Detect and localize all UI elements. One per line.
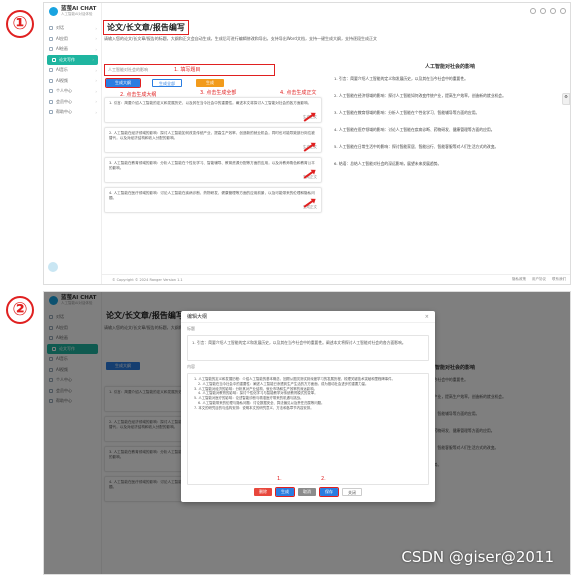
step-badge-1: ① xyxy=(6,10,34,38)
chevron-right-icon: › xyxy=(95,109,97,115)
sidebar-item-help[interactable]: 帮助中心 › xyxy=(44,107,101,118)
save-button[interactable]: 保存 xyxy=(319,487,339,497)
cart-icon xyxy=(49,99,53,104)
chevron-right-icon: › xyxy=(95,36,97,42)
outline-card[interactable]: 1. 引言：简要介绍人工智能的定义和发展历史，以及其在当今社会中的重要性。阐述本… xyxy=(104,97,322,123)
page-title: 论文/长文章/报告编写 xyxy=(103,20,189,35)
footer: © Copyright © 2024 Ranger Version 1.1 隐私… xyxy=(102,274,570,284)
report-preview: 人工智能对社会的影响 1. 引言：简要介绍人工智能的定义和发展历史，以及其在当今… xyxy=(334,63,566,274)
doc-icon xyxy=(52,57,56,62)
outline-card-text: 2. 人工智能在经济领域的影响：探讨人工智能如何改变传统产业，提高生产效率，创造… xyxy=(109,131,315,140)
screenshot-one: 蓝萤AI CHAT 人工智能AI对话体验 对话 › AI应用 › AI绘画 › 论文写… xyxy=(43,2,571,285)
sidebar: 蓝萤AI CHAT 人工智能AI对话体验 对话 › AI应用 › AI绘画 › 论文写… xyxy=(44,3,102,284)
outline-card[interactable]: 2. 人工智能在经济领域的影响：探讨人工智能如何改变传统产业，提高生产效率，创造… xyxy=(104,127,322,153)
outline-card-text: 1. 引言：简要介绍人工智能的定义和发展历史，以及其在当今社会中的重要性。阐述本… xyxy=(109,101,312,105)
outline-card-text: 4. 人工智能在医疗领域的影响：讨论人工智能在疾病诊断、药物研发、健康管理等方面… xyxy=(109,191,315,200)
step3-note: 3. 点击生成全部 xyxy=(200,90,237,96)
sidebar-item-music[interactable]: AI音乐 › xyxy=(44,65,101,76)
floating-tool-button[interactable]: ⚙ xyxy=(562,93,570,105)
outline-card[interactable]: 3. 人工智能在教育领域的影响：分析人工智能在个性化学习、智能辅导、教育资源分配… xyxy=(104,157,322,183)
book-icon xyxy=(49,110,53,115)
image-icon xyxy=(49,47,53,52)
video-icon xyxy=(49,78,53,83)
chevron-right-icon: › xyxy=(95,88,97,94)
copyright: © Copyright © 2024 Ranger Version 1.1 xyxy=(112,277,183,282)
close-button[interactable]: 关闭 xyxy=(342,488,362,496)
chevron-right-icon: › xyxy=(95,99,97,105)
dialog-title: 编辑大纲 xyxy=(187,314,208,320)
grid-icon xyxy=(49,36,53,41)
edit-outline-dialog: 编辑大纲 × 标题 1. 引言：简要介绍人工智能的定义和发展历史，以及其在当今社… xyxy=(181,311,435,502)
step-badge-2: ② xyxy=(6,296,34,324)
delete-button[interactable]: 删除 xyxy=(254,488,272,496)
app-subtitle: 人工智能AI对话体验 xyxy=(61,12,93,16)
language-icon[interactable] xyxy=(550,8,556,14)
notification-icon[interactable] xyxy=(530,8,536,14)
footer-link-terms[interactable]: 用户协议 xyxy=(532,277,546,282)
chevron-right-icon: › xyxy=(95,25,97,31)
outline-card-text: 3. 人工智能在教育领域的影响：分析人工智能在个性化学习、智能辅导、教育资源分配… xyxy=(109,161,315,170)
report-paragraph: 5. 人工智能在日常生活中的影响：探讨智能家居、智能出行、智能客服等对人们生活方… xyxy=(334,144,499,149)
sidebar-item-member[interactable]: 会员中心 › xyxy=(44,97,101,108)
chevron-right-icon: › xyxy=(95,67,97,73)
app-logo[interactable]: 蓝萤AI CHAT 人工智能AI对话体验 xyxy=(44,3,101,23)
screenshot-two: 蓝萤AI CHAT 人工智能AI对话体验 对话 AI应用 AI绘画 论文写作 A… xyxy=(43,291,571,575)
tool-icon: ⚙ xyxy=(564,94,568,99)
logo-icon xyxy=(49,7,58,16)
body-label: 内容 xyxy=(187,364,195,369)
music-icon xyxy=(49,68,53,73)
user-icon xyxy=(49,89,53,94)
chevron-right-icon: › xyxy=(92,57,94,63)
step-note-1: 1. xyxy=(277,476,282,482)
report-title: 人工智能对社会的影响 xyxy=(424,64,475,70)
generate-all-button[interactable]: 生成全部 xyxy=(152,79,182,87)
report-paragraph: 3. 人工智能在教育领域的影响：分析人工智能在个性化学习、智能辅导等方面的应用。 xyxy=(334,110,480,115)
step1-note: 1. 填写题目 xyxy=(174,67,201,73)
footer-link-contact[interactable]: 联系我们 xyxy=(552,277,566,282)
footer-link-privacy[interactable]: 隐私政策 xyxy=(512,277,526,282)
report-paragraph: 4. 人工智能在医疗领域的影响：讨论人工智能在疾病诊断、药物研发、健康管理等方面… xyxy=(334,127,495,132)
sidebar-item-profile[interactable]: 个人中心 › xyxy=(44,86,101,97)
generate-outline-button[interactable]: 生成大纲 xyxy=(105,78,141,88)
topic-input-value: 人工智能对社会的影响 xyxy=(108,67,148,72)
avatar[interactable] xyxy=(48,262,58,272)
step-note-2: 2. xyxy=(321,476,326,482)
sidebar-nav: 对话 › AI应用 › AI绘画 › 论文写作 › AI音乐 › AI视频 › 个人中心 › … xyxy=(44,23,101,118)
report-paragraph: 6. 结语：总结人工智能对社会的深远影响，展望未来发展趋势。 xyxy=(334,161,442,166)
fullscreen-icon[interactable] xyxy=(560,8,566,14)
step4-note: 4. 点击生成正文 xyxy=(280,90,317,96)
sidebar-item-chat[interactable]: 对话 › xyxy=(44,23,101,34)
outline-title-textarea[interactable]: 1. 引言：简要介绍人工智能的定义和发展历史，以及其在当今社会中的重要性。阐述本… xyxy=(187,335,429,361)
sidebar-item-paper[interactable]: 论文写作 › xyxy=(47,54,98,65)
generate-button[interactable]: 生成 xyxy=(196,79,224,87)
outline-list: 1. 引言：简要介绍人工智能的定义和发展历史，以及其在当今社会中的重要性。阐述本… xyxy=(104,97,322,217)
chevron-right-icon: › xyxy=(95,78,97,84)
chat-icon xyxy=(49,26,53,31)
action-buttons: 生成大纲 生成全部 生成 xyxy=(104,78,304,89)
generate-button[interactable]: 生成 xyxy=(275,487,295,497)
sidebar-item-apps[interactable]: AI应用 › xyxy=(44,34,101,45)
body-line: 7. 本文的研究目的与结构安排：说明本文的研究意义、方法和各章节内容安排。 xyxy=(194,405,314,410)
chevron-right-icon: › xyxy=(95,46,97,52)
outline-card[interactable]: 4. 人工智能在医疗领域的影响：讨论人工智能在疾病诊断、药物研发、健康管理等方面… xyxy=(104,187,322,213)
theme-icon[interactable] xyxy=(540,8,546,14)
watermark: CSDN @giser@2011 xyxy=(401,548,554,566)
sidebar-item-video[interactable]: AI视频 › xyxy=(44,76,101,87)
dialog-header: 编辑大纲 × xyxy=(181,311,435,323)
title-label: 标题 xyxy=(187,326,195,331)
main-content: 论文/长文章/报告编写 请输入您的论文/长文章/报告的标题，大纲和正文会自动生成… xyxy=(102,17,570,274)
close-icon[interactable]: × xyxy=(425,314,429,320)
outline-body-textarea[interactable]: 1. 人工智能的定义和发展历程：介绍人工智能的基本概念，回顾从图灵测试到深度学习… xyxy=(187,373,429,485)
report-paragraph: 1. 引言：简要介绍人工智能的定义和发展历史，以及其在当今社会中的重要性。 xyxy=(334,76,468,81)
report-paragraph: 2. 人工智能在经济领域的影响：探讨人工智能如何改变传统产业，提高生产效率，创造… xyxy=(334,93,506,98)
dialog-footer: 删除 生成 取消 保存 关闭 xyxy=(181,487,435,497)
cancel-button[interactable]: 取消 xyxy=(298,488,316,496)
sidebar-item-draw[interactable]: AI绘画 › xyxy=(44,44,101,55)
page-description: 请输入您的论文/长文章/报告的标题，大纲和正文会自动生成，生成后可进行编辑修改和… xyxy=(104,36,377,41)
